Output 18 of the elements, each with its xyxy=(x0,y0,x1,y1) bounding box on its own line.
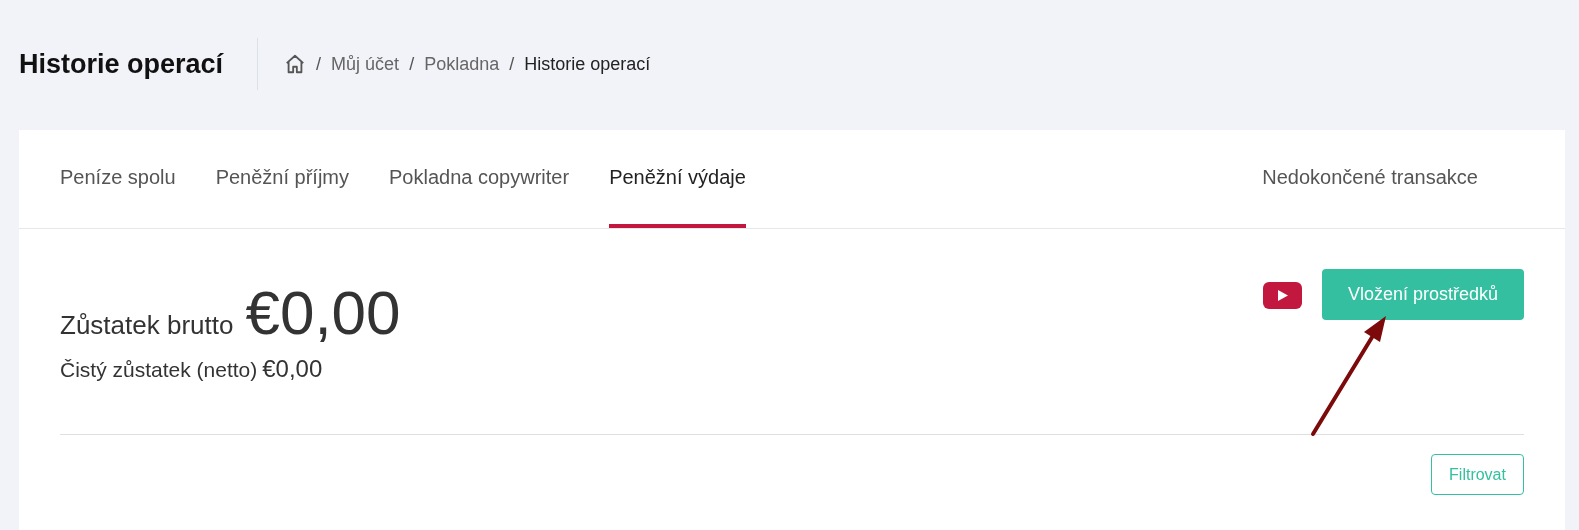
home-icon[interactable] xyxy=(284,53,307,75)
breadcrumb-current: Historie operací xyxy=(524,52,651,76)
net-balance-label: Čistý zůstatek (netto) xyxy=(60,357,258,383)
tab[interactable]: Pokladna copywriter xyxy=(389,130,570,228)
gross-balance-value: €0,00 xyxy=(245,277,401,349)
tab[interactable]: Peněžní výdaje xyxy=(609,130,746,228)
breadcrumb-link[interactable]: Můj účet xyxy=(331,50,400,78)
tab[interactable]: Peněžní příjmy xyxy=(215,130,350,228)
breadcrumb-separator: / xyxy=(409,52,415,76)
breadcrumb-separator: / xyxy=(316,52,322,76)
net-balance-value: €0,00 xyxy=(262,354,323,384)
tab[interactable]: Peníze spolu xyxy=(60,130,176,228)
gross-balance-label: Zůstatek brutto xyxy=(60,309,234,342)
page-title: Historie operací xyxy=(19,47,225,81)
tab[interactable]: Nedokončené transakce xyxy=(1262,130,1478,228)
breadcrumb-separator: / xyxy=(509,52,515,76)
video-play-icon[interactable] xyxy=(1263,282,1302,309)
breadcrumb-link[interactable]: Pokladna xyxy=(424,50,500,78)
